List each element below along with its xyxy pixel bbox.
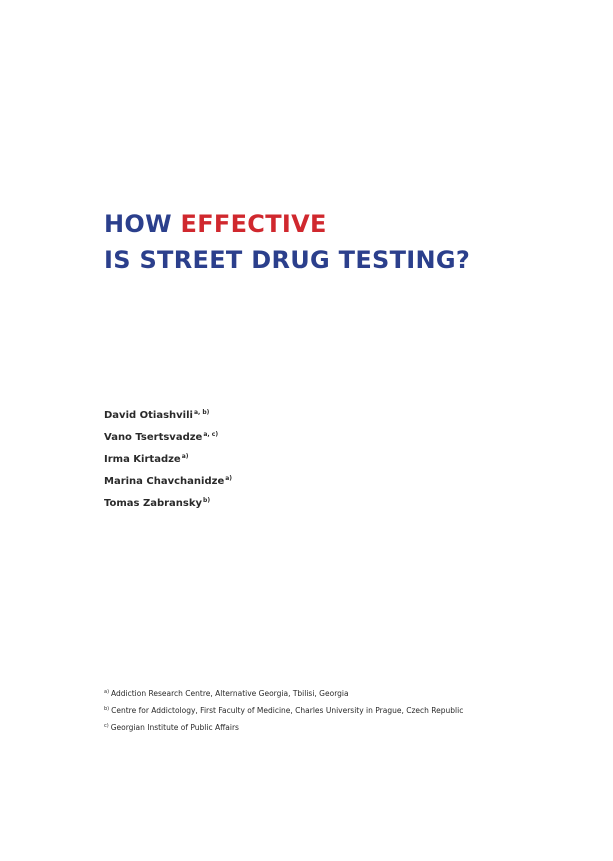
author-item: Vano Tsertsvadzea, c) bbox=[104, 424, 232, 446]
affiliation-item: a) Addiction Research Centre, Alternative… bbox=[104, 684, 463, 701]
affiliation-item: b) Centre for Addictology, First Faculty … bbox=[104, 701, 463, 718]
affiliation-mark: b) bbox=[104, 706, 110, 712]
title-line-1-text: HOW bbox=[104, 210, 181, 238]
author-affiliation-mark: a) bbox=[181, 453, 189, 460]
author-affiliation-mark: a, b) bbox=[193, 409, 210, 416]
page-title: HOW EFFECTIVE IS STREET DRUG TESTING? bbox=[104, 206, 470, 278]
author-name: Marina Chavchanidze bbox=[104, 476, 225, 487]
affiliation-text: Centre for Addictology, First Faculty of… bbox=[111, 706, 464, 715]
author-item: Irma Kirtadzea) bbox=[104, 446, 232, 468]
affiliation-text: Addiction Research Centre, Alternative G… bbox=[111, 689, 349, 698]
author-name: David Otiashvili bbox=[104, 410, 193, 421]
affiliation-item: c) Georgian Institute of Public Affairs bbox=[104, 718, 463, 735]
author-item: David Otiashvilia, b) bbox=[104, 402, 232, 424]
author-item: Tomas Zabranskyb) bbox=[104, 490, 232, 512]
affiliation-text: Georgian Institute of Public Affairs bbox=[110, 723, 239, 732]
author-list: David Otiashvilia, b) Vano Tsertsvadzea,… bbox=[104, 402, 232, 512]
author-item: Marina Chavchanidzea) bbox=[104, 468, 232, 490]
title-line-1: HOW EFFECTIVE bbox=[104, 206, 470, 242]
author-affiliation-mark: b) bbox=[203, 497, 211, 504]
author-name: Tomas Zabransky bbox=[104, 498, 203, 509]
author-affiliation-mark: a, c) bbox=[203, 431, 219, 438]
affiliation-list: a) Addiction Research Centre, Alternative… bbox=[104, 684, 463, 735]
author-name: Vano Tsertsvadze bbox=[104, 432, 203, 443]
affiliation-mark: a) bbox=[104, 689, 110, 695]
author-name: Irma Kirtadze bbox=[104, 454, 181, 465]
author-affiliation-mark: a) bbox=[225, 475, 233, 482]
affiliation-mark: c) bbox=[104, 723, 109, 729]
title-line-2: IS STREET DRUG TESTING? bbox=[104, 246, 471, 274]
title-accent-word: EFFECTIVE bbox=[180, 210, 327, 238]
